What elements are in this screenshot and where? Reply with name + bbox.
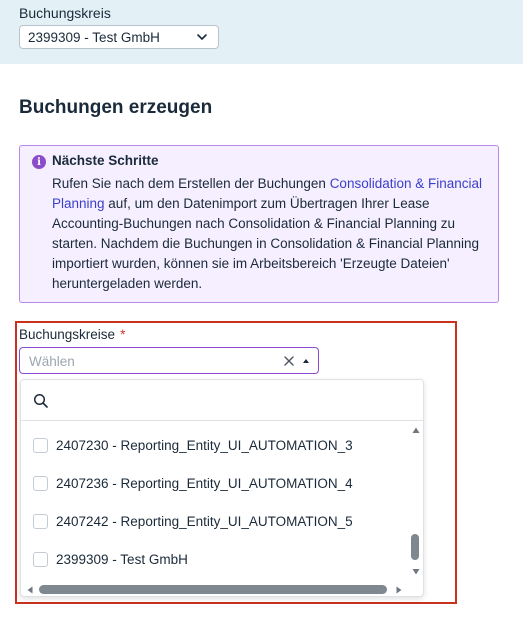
scroll-up-arrow-icon[interactable] — [412, 426, 420, 434]
clear-icon[interactable] — [282, 354, 296, 368]
scroll-left-arrow-icon[interactable] — [27, 586, 33, 594]
options-dropdown: 2407230 - Reporting_Entity_UI_AUTOMATION… — [20, 379, 424, 597]
scroll-right-arrow-icon[interactable] — [396, 586, 402, 594]
company-code-select[interactable]: 2399309 - Test GmbH — [19, 25, 219, 49]
option-item[interactable]: 2407230 - Reporting_Entity_UI_AUTOMATION… — [33, 434, 353, 456]
option-checkbox[interactable] — [33, 475, 48, 491]
option-item[interactable]: 2407242 - Reporting_Entity_UI_AUTOMATION… — [33, 510, 353, 532]
info-text: Rufen Sie nach dem Erstellen der Buchung… — [52, 174, 492, 294]
option-label: 2399309 - Test GmbH — [56, 551, 188, 567]
company-code-value: 2399309 - Test GmbH — [28, 29, 160, 45]
info-text-before: Rufen Sie nach dem Erstellen der Buchung… — [52, 176, 330, 191]
info-title: Nächste Schritte — [52, 153, 159, 168]
search-icon[interactable] — [33, 393, 49, 409]
required-marker: * — [120, 327, 126, 342]
chevron-down-icon — [197, 34, 207, 40]
company-code-label: Buchungskreis — [19, 5, 111, 21]
option-item[interactable]: 2399309 - Test GmbH — [33, 548, 188, 570]
option-checkbox[interactable] — [33, 513, 48, 529]
search-divider — [21, 420, 423, 421]
info-icon: i — [32, 155, 46, 169]
combobox-placeholder: Wählen — [29, 354, 75, 369]
company-codes-label: Buchungskreise * — [19, 327, 125, 342]
option-label: 2407236 - Reporting_Entity_UI_AUTOMATION… — [56, 475, 353, 491]
option-checkbox[interactable] — [33, 437, 48, 453]
company-codes-label-text: Buchungskreise — [19, 327, 116, 342]
caret-up-icon[interactable] — [302, 357, 310, 365]
option-checkbox[interactable] — [33, 551, 48, 567]
horizontal-scrollbar-thumb[interactable] — [39, 585, 387, 594]
company-codes-combobox[interactable]: Wählen — [19, 347, 319, 374]
page-title: Buchungen erzeugen — [19, 97, 213, 118]
option-label: 2407242 - Reporting_Entity_UI_AUTOMATION… — [56, 513, 353, 529]
option-label: 2407230 - Reporting_Entity_UI_AUTOMATION… — [56, 437, 353, 453]
vertical-scrollbar-thumb[interactable] — [411, 534, 419, 560]
info-text-after: auf, um den Datenimport zum Übertragen I… — [52, 196, 480, 291]
option-item[interactable]: 2407236 - Reporting_Entity_UI_AUTOMATION… — [33, 472, 353, 494]
scroll-down-arrow-icon[interactable] — [412, 568, 420, 576]
info-message: i Nächste Schritte Rufen Sie nach dem Er… — [19, 145, 499, 303]
